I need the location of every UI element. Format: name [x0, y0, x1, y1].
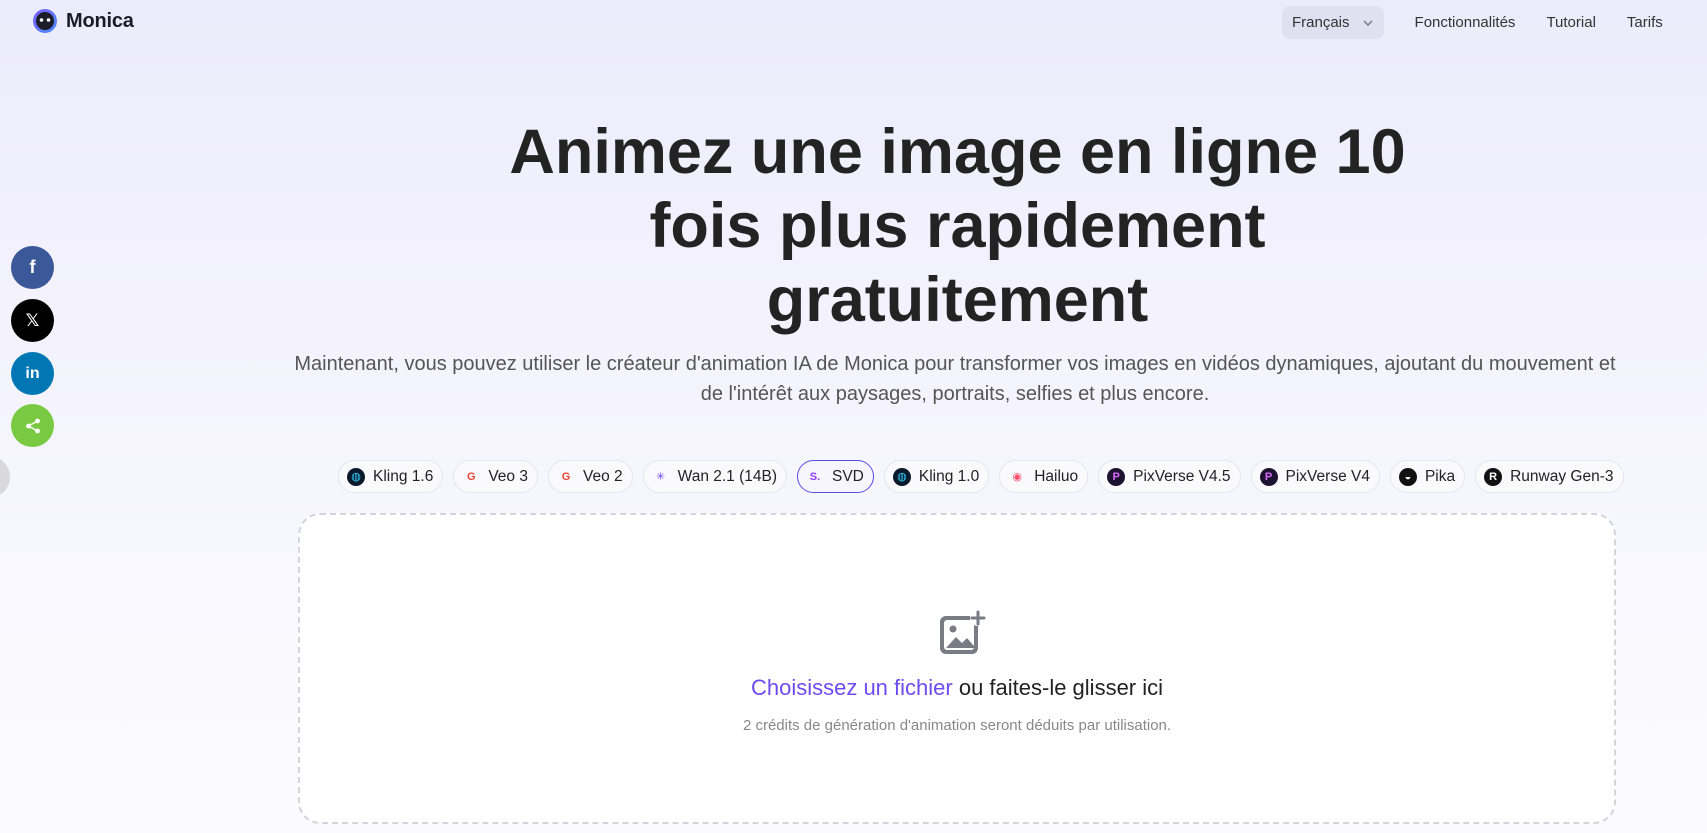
model-label: SVD — [832, 467, 864, 485]
model-chip-wan-2-1[interactable]: ✳ Wan 2.1 (14B) — [642, 460, 787, 493]
model-label: Wan 2.1 (14B) — [677, 467, 777, 485]
language-selector[interactable]: Français — [1282, 6, 1384, 39]
top-nav: Français Fonctionnalités Tutorial Tarifs — [1282, 6, 1663, 39]
top-header: Monica Français Fonctionnalités Tutorial… — [0, 0, 1707, 46]
model-label: PixVerse V4 — [1285, 467, 1370, 485]
model-label: Kling 1.6 — [373, 467, 434, 485]
title-line-1: Animez une image en ligne 10 — [509, 117, 1406, 187]
linkedin-share-button[interactable]: in — [11, 352, 54, 395]
brand[interactable]: Monica — [32, 8, 134, 34]
subtitle-line-1: Maintenant, vous pouvez utiliser le créa… — [294, 353, 1616, 375]
kling-icon: ◍ — [892, 467, 911, 486]
model-label: Kling 1.0 — [918, 467, 980, 485]
model-chip-hailuo[interactable]: ◉ Hailuo — [999, 460, 1089, 493]
model-chip-pixverse-v4[interactable]: P PixVerse V4 — [1250, 460, 1380, 493]
model-chip-svd[interactable]: S. SVD — [797, 460, 874, 493]
credits-note: 2 crédits de génération d'animation sero… — [742, 717, 1172, 734]
title-line-2: fois plus rapidement — [649, 191, 1266, 261]
facebook-icon: f — [29, 257, 36, 277]
kling-icon: ◍ — [347, 467, 365, 486]
pixverse-icon: P — [1259, 467, 1278, 486]
model-selector: ◍ Kling 1.6 G Veo 3 G Veo 2 ✳ Wan 2.1 (1… — [338, 460, 1624, 493]
svd-icon: S. — [809, 470, 821, 483]
title-line-3: gratuitement — [766, 265, 1149, 335]
model-chip-pika[interactable]: ◒ Pika — [1389, 460, 1466, 493]
model-label: Runway Gen-3 — [1510, 467, 1614, 485]
subtitle-line-2: de l'intérêt aux paysages, portraits, se… — [700, 383, 1210, 405]
page-title: Animez une image en ligne 10 fois plus r… — [480, 115, 1435, 337]
model-chip-kling-1-0[interactable]: ◍ Kling 1.0 — [883, 460, 990, 493]
drag-text: ou faites-le glisser ici — [952, 675, 1164, 700]
language-label: Français — [1292, 14, 1350, 31]
nav-link-features[interactable]: Fonctionnalités — [1415, 14, 1516, 31]
model-chip-runway-gen-3[interactable]: R Runway Gen-3 — [1475, 460, 1624, 493]
google-icon: G — [561, 470, 571, 483]
pixverse-icon: P — [1107, 467, 1126, 486]
nav-link-pricing[interactable]: Tarifs — [1627, 14, 1663, 31]
model-label: Pika — [1424, 467, 1456, 485]
model-chip-veo-2[interactable]: G Veo 2 — [547, 460, 633, 493]
nav-link-tutorial[interactable]: Tutorial — [1546, 14, 1595, 31]
model-label: PixVerse V4.5 — [1133, 467, 1231, 485]
model-chip-kling-1-6[interactable]: ◍ Kling 1.6 — [338, 460, 444, 493]
hailuo-icon: ◉ — [1012, 471, 1022, 483]
runway-icon: R — [1484, 467, 1503, 486]
upload-dropzone[interactable]: Choisissez un fichier ou faites-le gliss… — [298, 513, 1616, 824]
brand-name: Monica — [66, 9, 134, 32]
share-icon — [25, 418, 40, 433]
linkedin-icon: in — [25, 364, 40, 382]
choose-file-link[interactable]: Choisissez un fichier — [751, 675, 953, 700]
monica-logo-icon — [33, 9, 57, 33]
page-subtitle: Maintenant, vous pouvez utiliser le créa… — [290, 349, 1620, 409]
wan-icon: ✳ — [656, 471, 666, 483]
add-image-icon — [940, 610, 986, 654]
model-chip-pixverse-v4-5[interactable]: P PixVerse V4.5 — [1098, 460, 1241, 493]
x-icon: 𝕏 — [25, 310, 40, 330]
model-label: Hailuo — [1034, 467, 1079, 485]
google-icon: G — [467, 470, 476, 483]
model-chip-veo-3[interactable]: G Veo 3 — [453, 460, 538, 493]
x-share-button[interactable]: 𝕏 — [11, 299, 54, 342]
facebook-share-button[interactable]: f — [11, 246, 54, 289]
model-label: Veo 2 — [582, 467, 623, 485]
model-label: Veo 3 — [488, 467, 528, 485]
side-tab-handle[interactable] — [0, 456, 10, 498]
share-button[interactable] — [11, 404, 54, 447]
pika-icon: ◒ — [1398, 467, 1417, 486]
upload-instruction: Choisissez un fichier ou faites-le gliss… — [300, 675, 1614, 701]
chevron-down-icon — [1363, 20, 1373, 26]
